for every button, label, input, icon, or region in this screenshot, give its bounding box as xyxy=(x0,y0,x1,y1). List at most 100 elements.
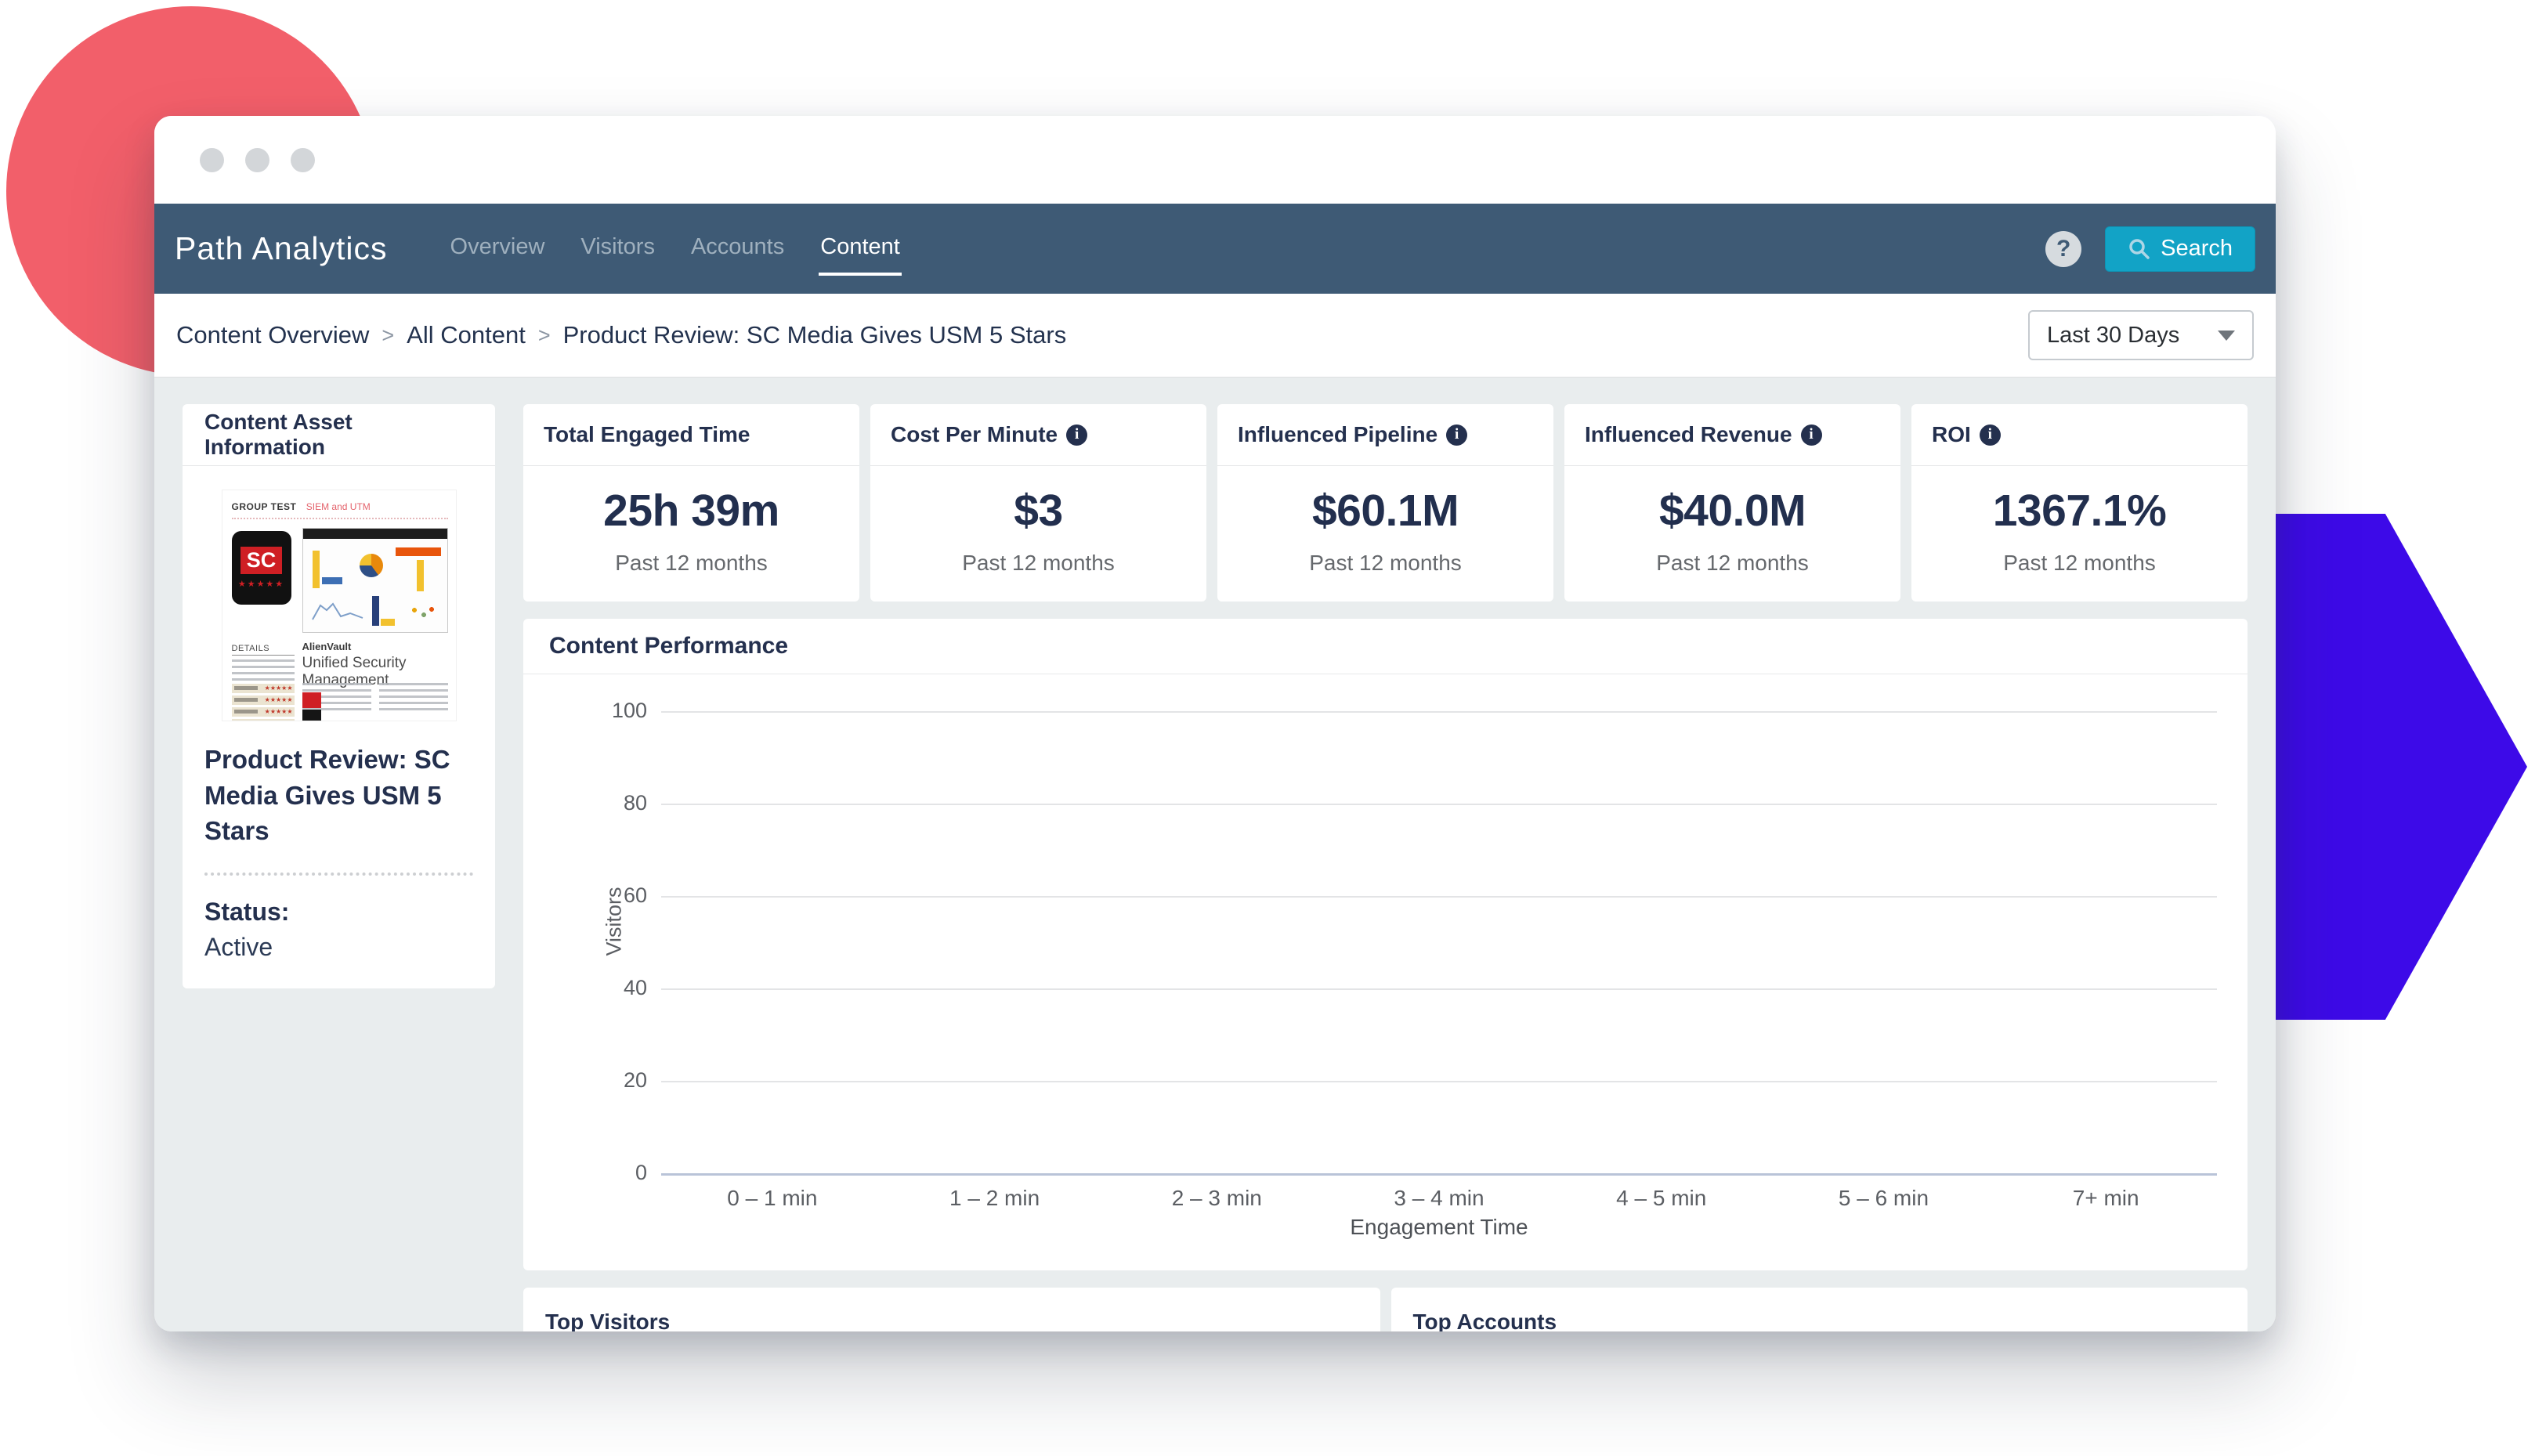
info-icon[interactable]: i xyxy=(1801,425,1822,446)
doc-screenshot-header xyxy=(303,529,447,539)
asset-card-body: GROUP TEST SIEM and UTM SC ★★★★★ xyxy=(183,466,495,988)
sc-media-logo: SC ★★★★★ xyxy=(232,531,291,605)
doc-body-text xyxy=(302,683,448,714)
date-range-value: Last 30 Days xyxy=(2047,323,2218,349)
y-tick: 80 xyxy=(523,791,647,815)
breadcrumb-separator: > xyxy=(382,323,394,348)
asset-thumbnail: GROUP TEST SIEM and UTM SC ★★★★★ xyxy=(222,490,457,721)
top-visitors-card: Top Visitors xyxy=(523,1288,1380,1331)
breadcrumb-separator: > xyxy=(538,323,551,348)
info-icon[interactable]: i xyxy=(1066,425,1087,446)
y-tick: 20 xyxy=(523,1068,647,1093)
app-brand: Path Analytics xyxy=(175,230,388,267)
tab-accounts[interactable]: Accounts xyxy=(689,222,786,276)
y-axis-label: Visitors xyxy=(602,859,627,985)
window-dot-1 xyxy=(200,148,224,172)
kpi-period: Past 12 months xyxy=(1217,551,1553,576)
doc-details-box: DETAILS xyxy=(232,644,295,721)
breadcrumb-all-content[interactable]: All Content xyxy=(407,321,526,349)
chart-plot: 100 80 60 40 20 0 Visitors 0 – 1 min 1 –… xyxy=(523,674,2248,1270)
top-visitors-title: Top Visitors xyxy=(523,1288,1380,1331)
main-column: Total Engaged Time 25h 39m Past 12 month… xyxy=(523,404,2248,1331)
info-icon[interactable]: i xyxy=(1980,425,2001,446)
window-dot-2 xyxy=(245,148,269,172)
mini-line-chart xyxy=(311,598,366,624)
doc-group-test-label: GROUP TEST xyxy=(232,501,297,512)
chevron-down-icon xyxy=(2218,331,2235,341)
y-tick: 100 xyxy=(523,699,647,723)
kpi-label: ROI xyxy=(1932,422,1971,447)
status-value: Active xyxy=(204,933,473,962)
x-tick: 2 – 3 min xyxy=(1105,1186,1328,1211)
asset-card-title: Content Asset Information xyxy=(204,410,473,460)
content-performance-card: Content Performance 100 80 60 40 20 xyxy=(523,619,2248,1270)
kpi-label: Cost Per Minute xyxy=(891,422,1058,447)
tab-visitors[interactable]: Visitors xyxy=(579,222,656,276)
search-icon xyxy=(2128,237,2151,261)
mini-pie-chart xyxy=(360,554,383,577)
app-window: Path Analytics Overview Visitors Account… xyxy=(154,116,2276,1331)
kpi-period: Past 12 months xyxy=(870,551,1206,576)
status-label: Status: xyxy=(204,898,473,927)
y-tick: 0 xyxy=(523,1161,647,1185)
x-tick: 4 – 5 min xyxy=(1550,1186,1773,1211)
kpi-card-roi: ROI i 1367.1% Past 12 months xyxy=(1911,404,2248,602)
kpi-value: 25h 39m xyxy=(523,485,859,537)
chart-title: Content Performance xyxy=(549,633,788,659)
kpi-period: Past 12 months xyxy=(523,551,859,576)
x-axis-baseline xyxy=(661,1173,2217,1176)
breadcrumb-content-overview[interactable]: Content Overview xyxy=(176,321,369,349)
top-accounts-title: Top Accounts xyxy=(1391,1288,2248,1331)
kpi-row: Total Engaged Time 25h 39m Past 12 month… xyxy=(523,404,2248,602)
kpi-label: Influenced Revenue xyxy=(1585,422,1792,447)
tab-overview[interactable]: Overview xyxy=(449,222,547,276)
kpi-value: 1367.1% xyxy=(1911,485,2248,537)
x-axis-label: Engagement Time xyxy=(661,1215,2217,1240)
x-tick: 7+ min xyxy=(1994,1186,2217,1211)
asset-card-header: Content Asset Information xyxy=(183,404,495,466)
content-area: Content Asset Information GROUP TEST SIE… xyxy=(154,378,2276,1331)
kpi-label: Total Engaged Time xyxy=(544,422,750,447)
kpi-card-total-engaged-time: Total Engaged Time 25h 39m Past 12 month… xyxy=(523,404,859,602)
x-tick: 1 – 2 min xyxy=(884,1186,1106,1211)
kpi-card-cost-per-minute: Cost Per Minute i $3 Past 12 months xyxy=(870,404,1206,602)
doc-header: GROUP TEST SIEM and UTM xyxy=(232,500,448,519)
x-tick: 3 – 4 min xyxy=(1328,1186,1550,1211)
y-tick: 60 xyxy=(523,883,647,908)
x-tick: 5 – 6 min xyxy=(1773,1186,1995,1211)
x-axis-categories: 0 – 1 min 1 – 2 min 2 – 3 min 3 – 4 min … xyxy=(661,1186,2217,1211)
screenshot-canvas: Path Analytics Overview Visitors Account… xyxy=(0,0,2535,1456)
y-tick: 40 xyxy=(523,976,647,1000)
content-asset-info-card: Content Asset Information GROUP TEST SIE… xyxy=(183,404,495,988)
asset-title: Product Review: SC Media Gives USM 5 Sta… xyxy=(204,742,473,849)
window-chrome xyxy=(154,116,2276,204)
doc-topic-label: SIEM and UTM xyxy=(306,501,371,512)
doc-vendor-name: AlienVault xyxy=(302,641,352,652)
top-nav: Path Analytics Overview Visitors Account… xyxy=(154,204,2276,294)
help-icon[interactable]: ? xyxy=(2045,231,2081,267)
kpi-card-influenced-pipeline: Influenced Pipeline i $60.1M Past 12 mon… xyxy=(1217,404,1553,602)
tab-content[interactable]: Content xyxy=(819,222,902,276)
nav-tabs: Overview Visitors Accounts Content xyxy=(449,204,902,294)
window-dot-3 xyxy=(291,148,315,172)
date-range-dropdown[interactable]: Last 30 Days xyxy=(2028,310,2254,360)
kpi-card-influenced-revenue: Influenced Revenue i $40.0M Past 12 mont… xyxy=(1564,404,1900,602)
sc-stars: ★★★★★ xyxy=(238,579,284,589)
doc-details-label: DETAILS xyxy=(232,644,295,656)
info-icon[interactable]: i xyxy=(1446,425,1467,446)
search-button[interactable]: Search xyxy=(2105,226,2255,272)
dotted-divider xyxy=(204,873,473,876)
top-accounts-card: Top Accounts xyxy=(1391,1288,2248,1331)
kpi-period: Past 12 months xyxy=(1911,551,2248,576)
kpi-value: $60.1M xyxy=(1217,485,1553,537)
breadcrumb-bar: Content Overview > All Content > Product… xyxy=(154,294,2276,378)
kpi-period: Past 12 months xyxy=(1564,551,1900,576)
breadcrumb-current-page: Product Review: SC Media Gives USM 5 Sta… xyxy=(563,321,1067,349)
kpi-value: $3 xyxy=(870,485,1206,537)
doc-screenshot xyxy=(302,528,448,633)
x-tick: 0 – 1 min xyxy=(661,1186,884,1211)
search-button-label: Search xyxy=(2161,236,2233,262)
bottom-row: Top Visitors Top Accounts xyxy=(523,1288,2248,1331)
kpi-label: Influenced Pipeline xyxy=(1238,422,1437,447)
kpi-value: $40.0M xyxy=(1564,485,1900,537)
